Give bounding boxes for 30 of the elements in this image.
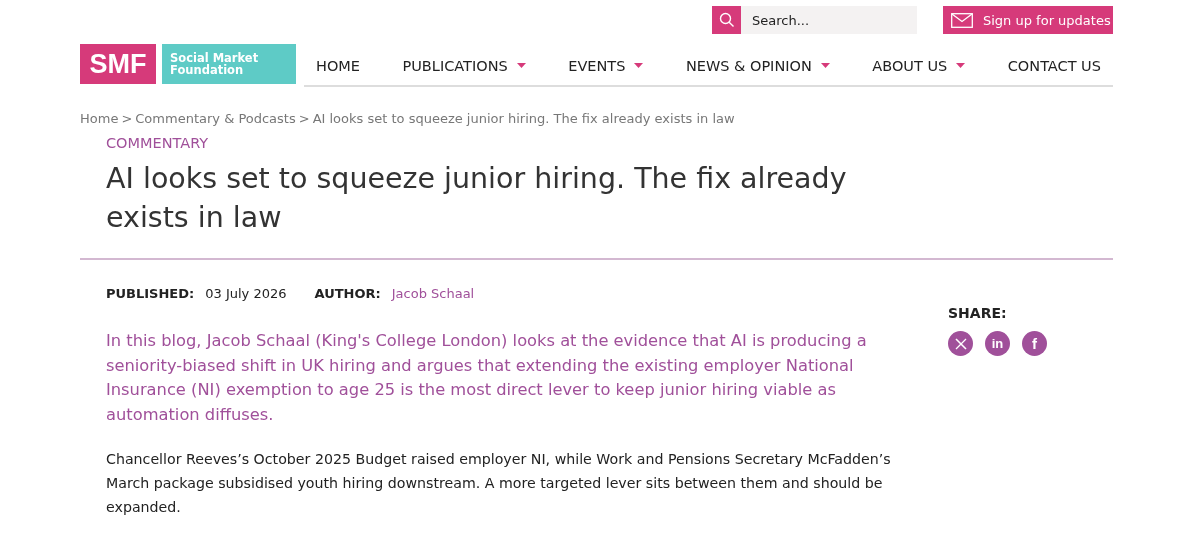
published-label: PUBLISHED: — [106, 286, 195, 301]
search-icon — [718, 12, 735, 28]
share-button[interactable]: in — [985, 331, 1010, 356]
body-paragraph: Chancellor Reeves’s October 2025 Budget raised employer NI, while Work and Pensions Secretary McFadden’s March package subsidised youth hiring downstream. A more targeted lever sits between them and should be expanded. — [106, 450, 892, 517]
nav-link[interactable]: EVENTS — [568, 57, 644, 74]
nav-link[interactable]: NEWS & OPINION — [685, 57, 830, 74]
breadcrumb-separator: > — [298, 111, 310, 126]
logo-mark[interactable]: SMF — [80, 44, 156, 84]
breadcrumb-link[interactable]: Home — [80, 111, 119, 126]
signup-button[interactable]: Sign up for updates — [943, 6, 1113, 34]
search-button[interactable] — [712, 6, 741, 34]
article-lede: In this blog, Jacob Schaal (King's College London) looks at the evidence that AI is producing a seniority-biased shift in UK hiring and argues that extending the existing employer National Insurance (NI) exemption to age 25 is the most direct lever to keep junior hiring viable as automation diffuses. — [106, 330, 868, 426]
author-link[interactable]: Jacob Schaal — [391, 286, 475, 301]
breadcrumb-current: AI looks set to squeeze junior hiring. The fix already exists in law — [312, 111, 735, 126]
share-label: SHARE: — [948, 305, 1008, 321]
category-label: COMMENTARY — [106, 135, 210, 151]
published-date: 03 July 2026 — [205, 286, 287, 301]
share-button[interactable] — [948, 331, 973, 356]
x-icon — [954, 337, 967, 350]
nav-link[interactable]: ABOUT US — [872, 57, 966, 74]
article-title: AI looks set to squeeze junior hiring. The fix already exists in law — [106, 161, 848, 236]
share-button[interactable]: f — [1022, 331, 1047, 356]
nav-link[interactable]: CONTACT US — [1007, 57, 1101, 74]
author-label: AUTHOR: — [314, 286, 381, 301]
breadcrumb-link[interactable]: Commentary & Podcasts — [135, 111, 296, 126]
nav-link[interactable]: PUBLICATIONS — [402, 57, 526, 74]
search-field[interactable]: Search... — [741, 6, 917, 34]
breadcrumb-separator: > — [121, 111, 133, 126]
envelope-icon — [951, 12, 973, 28]
nav-link[interactable]: HOME — [316, 57, 360, 74]
